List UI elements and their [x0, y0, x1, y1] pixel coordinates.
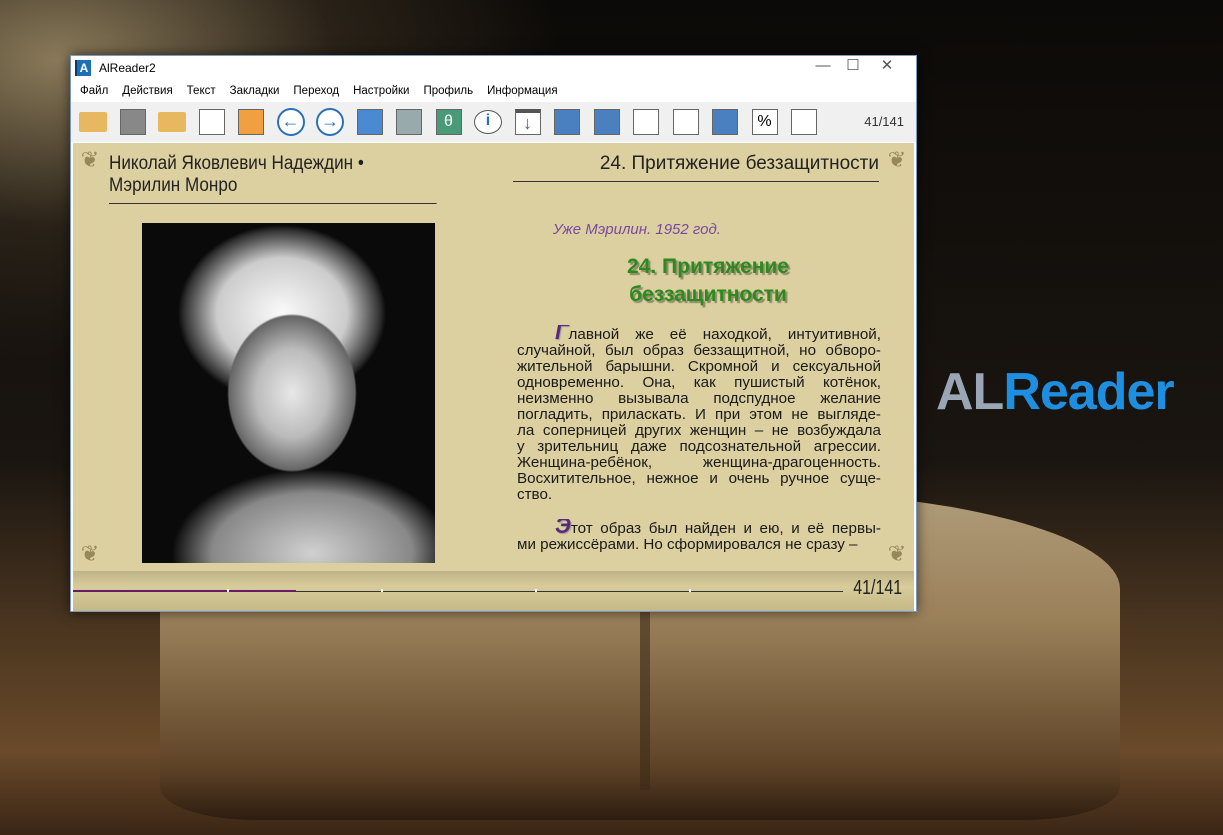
search-text-icon[interactable]: [235, 106, 267, 138]
drop-cap: Э: [555, 519, 571, 537]
book-info-icon[interactable]: [354, 106, 386, 138]
copy-icon[interactable]: [551, 106, 583, 138]
text-line: Главной же её находкой, интуитивной,: [517, 325, 881, 343]
rotate-icon[interactable]: [709, 106, 741, 138]
reading-page[interactable]: ❦ ❦ ❦ ❦ Николай Яковлевич Надеждин • Мэр…: [73, 143, 914, 611]
portrait-image: [142, 223, 435, 563]
percent-icon[interactable]: %: [749, 106, 781, 138]
text-line: неизменно вызывала подспудное желание: [517, 391, 881, 407]
menu-item[interactable]: Действия: [115, 85, 179, 97]
chapter-title: 24. Притяжение беззащитности: [627, 255, 789, 306]
text-line: Этот образ был найден и ею, и её первы-: [517, 519, 881, 537]
progress-tick: [689, 589, 691, 592]
display-settings-icon[interactable]: [393, 106, 425, 138]
ornament-corner-icon: ❦: [80, 147, 100, 172]
status-bar: 41/141: [73, 571, 914, 611]
forward-icon[interactable]: →: [314, 106, 346, 138]
progress-tick: [227, 589, 229, 592]
text-line: случайной, был образ беззащитной, но обв…: [517, 343, 881, 359]
text-line: ми режиссёрами. Но сформировался не сраз…: [517, 537, 858, 553]
chapter-header: 24. Притяжение беззащитности: [513, 153, 879, 182]
open-file-add-icon[interactable]: [77, 106, 109, 138]
toolbar: ← → θ i ↓% 41/141: [71, 102, 916, 142]
book-author-title-header: Николай Яковлевич Надеждин • Мэрилин Мон…: [109, 153, 437, 204]
ornament-corner-icon: ❦: [887, 541, 907, 566]
body-text: Главной же её находкой, интуитивной, случ…: [517, 325, 881, 553]
menu-bar: Файл Действия Текст Закладки Переход Настройк…: [71, 80, 916, 102]
text-line: ство.: [517, 487, 553, 503]
download-icon[interactable]: ↓: [512, 106, 544, 138]
page-counter: 41/141: [864, 114, 904, 129]
close-button[interactable]: ✕: [870, 56, 904, 78]
menu-item[interactable]: Настройки: [346, 85, 416, 97]
close-file-icon[interactable]: [156, 106, 188, 138]
drop-cap: Г: [555, 325, 569, 343]
maximize-button[interactable]: ☐: [836, 56, 870, 78]
text-line: ла соперницей других женщин – не возбужд…: [517, 423, 881, 439]
text-line: погладить, приласкать. И при этом не выг…: [517, 407, 881, 423]
window-title: AlReader2: [99, 61, 156, 75]
minimize-button[interactable]: —: [806, 56, 840, 78]
info-icon[interactable]: i: [472, 106, 504, 138]
edit-icon[interactable]: [788, 106, 820, 138]
ornament-corner-icon: ❦: [80, 541, 100, 566]
menu-item[interactable]: Текст: [180, 85, 223, 97]
sync-icon[interactable]: [591, 106, 623, 138]
ornament-corner-icon: ❦: [887, 147, 907, 172]
search-icon[interactable]: [196, 106, 228, 138]
text-line: одновременно. Она, как пушистый котёнок,: [517, 375, 881, 391]
back-icon[interactable]: ←: [275, 106, 307, 138]
menu-item[interactable]: Переход: [286, 85, 346, 97]
menu-item[interactable]: Информация: [480, 85, 564, 97]
footer-page-number: 41/141: [853, 577, 902, 599]
text-line: у зрительниц даже подсознательной агресс…: [517, 439, 881, 455]
progress-tick: [381, 589, 383, 592]
font-icon[interactable]: θ: [433, 106, 465, 138]
menu-item[interactable]: Профиль: [416, 85, 480, 97]
certificate-icon[interactable]: [630, 106, 662, 138]
progress-fill: [73, 590, 297, 592]
app-window: A AlReader2 — ☐ ✕ Файл Действия Текст Закла…: [70, 55, 917, 612]
epigraph: Уже Мэрилин. 1952 год.: [553, 221, 721, 238]
library-icon[interactable]: [117, 106, 149, 138]
progress-tick: [535, 589, 537, 592]
text-line: Восхитительное, нежное и очень ручное су…: [517, 471, 881, 487]
menu-item[interactable]: Файл: [73, 85, 115, 97]
app-icon: A: [75, 60, 91, 76]
text-line: Женщина-ребёнок, женщина-драгоценность.: [517, 455, 881, 471]
title-bar: A AlReader2 — ☐ ✕: [71, 56, 916, 80]
text-line: жительной барышни. Скромной и сексуально…: [517, 359, 881, 375]
menu-item[interactable]: Закладки: [223, 85, 287, 97]
bookmark-page-icon[interactable]: [670, 106, 702, 138]
brand-logo: ALReader: [936, 363, 1175, 421]
